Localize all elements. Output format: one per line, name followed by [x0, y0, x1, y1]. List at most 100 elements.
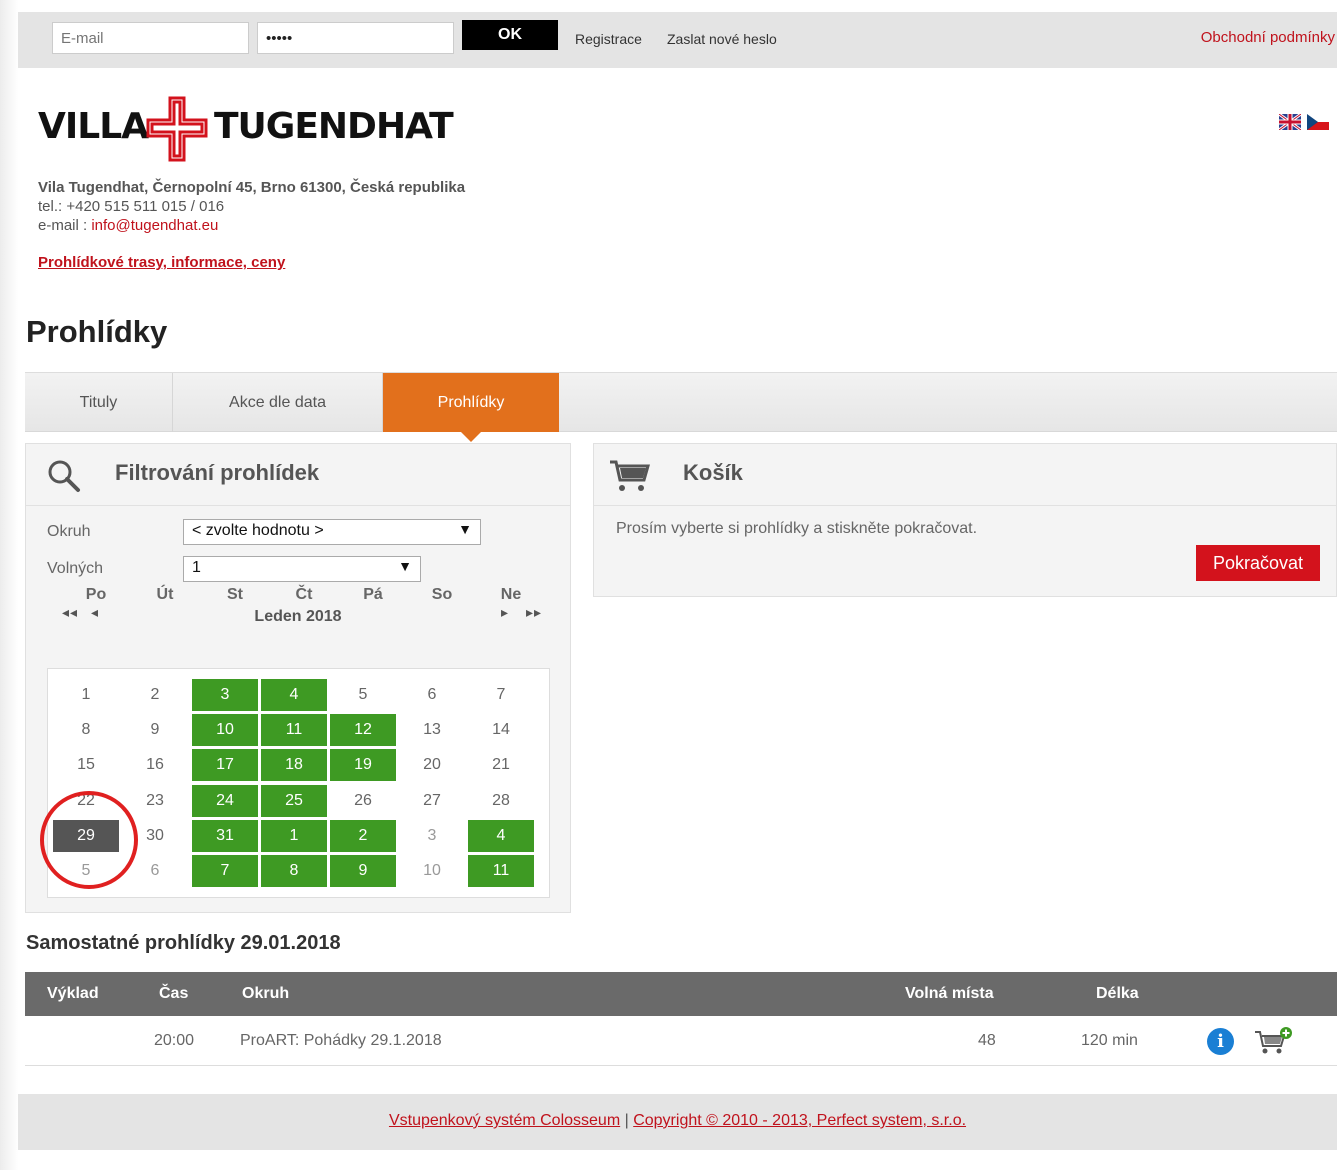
copyright-link[interactable]: Copyright © 2010 - 2013, Perfect system,…	[633, 1112, 966, 1129]
next-month-button[interactable]: ▸	[501, 604, 509, 621]
email-prefix: e-mail :	[38, 217, 92, 234]
weekday-label: Út	[156, 586, 174, 603]
calendar-day: 3	[427, 827, 437, 844]
calendar-day-available[interactable]: 7	[192, 855, 258, 887]
calendar-day-available[interactable]: 9	[330, 855, 396, 887]
calendar-day: 1	[81, 686, 91, 703]
calendar-day-available[interactable]: 11	[261, 714, 327, 746]
weekday-label: Pá	[363, 586, 383, 603]
calendar-day: 26	[354, 792, 372, 809]
contact-info: Vila Tugendhat, Černopolní 45, Brno 6130…	[38, 178, 465, 235]
basket-message: Prosím vyberte si prohlídky a stiskněte …	[616, 520, 978, 537]
address-line: Vila Tugendhat, Černopolní 45, Brno 6130…	[38, 179, 466, 196]
calendar-day: 14	[492, 721, 510, 738]
calendar-day: 13	[423, 721, 441, 738]
col-okruh[interactable]: Okruh	[242, 985, 289, 1003]
table-row: 20:00 ProART: Pohádky 29.1.2018 48 120 m…	[25, 1016, 1337, 1066]
villa-tugendhat-logo[interactable]: VILLA TUGENDHAT	[38, 94, 458, 164]
login-bar: OK Registrace Zaslat nové heslo Obchodní…	[18, 12, 1337, 68]
selected-date-highlight-circle	[40, 791, 138, 889]
col-cas[interactable]: Čas	[159, 985, 188, 1003]
cell-cas: 20:00	[154, 1032, 195, 1049]
calendar-day: 10	[423, 862, 441, 879]
calendar-day-available[interactable]: 2	[330, 820, 396, 852]
calendar-day-available[interactable]: 17	[192, 749, 258, 781]
cz-flag-icon[interactable]	[1307, 114, 1329, 130]
next-year-button[interactable]: ▸▸	[526, 604, 542, 621]
calendar-day-available[interactable]: 1	[261, 820, 327, 852]
footer-separator: |	[620, 1112, 634, 1129]
okruh-select[interactable]: < zvolte hodnotu > ▼	[183, 519, 481, 545]
password-field[interactable]	[257, 22, 454, 54]
ok-button[interactable]: OK	[462, 20, 558, 50]
weekday-label: So	[431, 586, 453, 603]
calendar-day: 9	[150, 721, 160, 738]
calendar-day: 6	[427, 686, 437, 703]
language-flags	[1279, 114, 1329, 130]
col-delka[interactable]: Délka	[1096, 985, 1139, 1003]
logo-text-villa: VILLA	[38, 106, 149, 147]
okruh-select-value: < zvolte hodnotu >	[192, 522, 324, 539]
weekday-label: Čt	[295, 586, 313, 603]
register-link[interactable]: Registrace	[575, 31, 642, 47]
tours-table-header: Výklad Čas Okruh Volná místa Délka	[25, 972, 1337, 1016]
cell-delka: 120 min	[1081, 1032, 1138, 1049]
calendar-day: 16	[146, 756, 164, 773]
weekday-label: Po	[85, 586, 107, 603]
calendar-day: 8	[81, 721, 91, 738]
page: OK Registrace Zaslat nové heslo Obchodní…	[0, 0, 1337, 1170]
volnych-label: Volných	[47, 560, 104, 577]
new-password-link[interactable]: Zaslat nové heslo	[667, 31, 777, 47]
calendar-day-available[interactable]: 4	[468, 820, 534, 852]
calendar-day: 20	[423, 756, 441, 773]
volnych-select-value: 1	[192, 559, 201, 576]
calendar-day-available[interactable]: 24	[192, 785, 258, 817]
basket-panel: Košík Prosím vyberte si prohlídky a stis…	[593, 443, 1337, 597]
col-volna-mista[interactable]: Volná místa	[905, 985, 994, 1003]
tab-prohlidky[interactable]: Prohlídky	[383, 373, 559, 442]
calendar-day-available[interactable]: 3	[192, 679, 258, 711]
tab-akce-dle-data[interactable]: Akce dle data	[173, 373, 383, 432]
col-vyklad[interactable]: Výklad	[47, 985, 99, 1003]
calendar-day: 23	[146, 792, 164, 809]
add-to-cart-icon[interactable]	[1253, 1026, 1293, 1056]
calendar-day-available[interactable]: 19	[330, 749, 396, 781]
calendar-day-available[interactable]: 18	[261, 749, 327, 781]
filter-title: Filtrování prohlídek	[115, 460, 320, 485]
okruh-label: Okruh	[47, 523, 91, 540]
calendar-day-available[interactable]: 8	[261, 855, 327, 887]
tours-info-link[interactable]: Prohlídkové trasy, informace, ceny	[38, 254, 285, 271]
filter-panel-header: Filtrování prohlídek	[26, 444, 570, 506]
tours-section-title: Samostatné prohlídky 29.01.2018	[26, 932, 341, 954]
email-line: e-mail : info@tugendhat.eu	[38, 216, 465, 235]
calendar-day: 7	[496, 686, 506, 703]
calendar-day-available[interactable]: 11	[468, 855, 534, 887]
phone-line: tel.: +420 515 511 015 / 016	[38, 198, 225, 215]
calendar-day-available[interactable]: 12	[330, 714, 396, 746]
volnych-select[interactable]: 1 ▼	[183, 556, 421, 582]
colosseum-link[interactable]: Vstupenkový systém Colosseum	[389, 1112, 620, 1129]
cross-logo-icon	[146, 96, 208, 162]
cell-volna-mista: 48	[978, 1032, 996, 1049]
tab-tituly[interactable]: Tituly	[25, 373, 173, 432]
cart-icon	[610, 460, 650, 491]
calendar-day-available[interactable]: 4	[261, 679, 327, 711]
calendar-day-available[interactable]: 10	[192, 714, 258, 746]
calendar-day-available[interactable]: 25	[261, 785, 327, 817]
email-field[interactable]	[52, 22, 249, 54]
continue-button[interactable]: Pokračovat	[1196, 545, 1320, 581]
tab-bar: Tituly Akce dle data Prohlídky	[25, 372, 1337, 442]
terms-link[interactable]: Obchodní podmínky	[1201, 29, 1335, 46]
basket-title: Košík	[683, 460, 743, 485]
search-icon	[48, 460, 80, 492]
gb-flag-icon[interactable]	[1279, 114, 1301, 130]
email-link[interactable]: info@tugendhat.eu	[91, 217, 218, 234]
info-icon[interactable]: i	[1207, 1028, 1234, 1055]
month-title: Leden 2018	[254, 608, 342, 625]
left-shadow	[0, 0, 18, 1170]
calendar-day-available[interactable]: 31	[192, 820, 258, 852]
weekday-label: St	[227, 586, 243, 603]
calendar-day: 28	[492, 792, 510, 809]
page-title: Prohlídky	[26, 314, 168, 349]
footer: Vstupenkový systém Colosseum | Copyright…	[18, 1094, 1337, 1150]
